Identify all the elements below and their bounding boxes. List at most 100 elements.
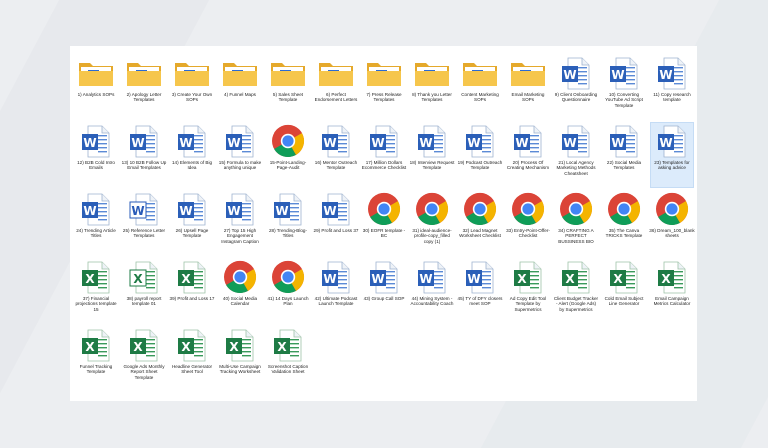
word-document-icon: W <box>220 192 260 226</box>
file-item[interactable]: 1) Analytics SOPs <box>72 54 120 122</box>
file-item[interactable]: X 38) payroll report template 01 <box>120 258 168 326</box>
file-item[interactable]: 8) Thank you Letter Templates <box>408 54 456 122</box>
file-item[interactable]: X Client Budget Tracker - Alert (Google A… <box>552 258 600 326</box>
file-item[interactable]: W 15) Formula to make anything unique <box>216 122 264 190</box>
file-label: Client Budget Tracker - Alert (Google Ad… <box>553 296 599 312</box>
chrome-html-icon <box>652 192 692 226</box>
file-item[interactable]: 3) Create Your Own SOPs <box>168 54 216 122</box>
file-item[interactable]: W 13) 10 B2B Follow Up Email Templates <box>120 122 168 190</box>
file-item[interactable]: W 27) Top 15 High Engagement Instagram Ca… <box>216 190 264 258</box>
file-item[interactable]: W 23) Templates for asking advice <box>648 122 696 190</box>
word-document-icon: W <box>652 56 692 90</box>
chrome-html-icon <box>268 124 308 158</box>
svg-text:W: W <box>275 204 288 218</box>
file-item[interactable]: W 43) Group Call SOP <box>360 258 408 326</box>
file-item[interactable]: W 44) Mining System - Accountability Coac… <box>408 258 456 326</box>
file-item[interactable]: X Email Campaign Metrics Calculator <box>648 258 696 326</box>
excel-spreadsheet-icon: X <box>220 328 260 362</box>
file-item[interactable]: 32) Lead Magnet Worksheet Checklist <box>456 190 504 258</box>
word-document-icon: W <box>364 260 404 294</box>
file-item[interactable]: Email Marketing SOPs <box>504 54 552 122</box>
file-label: 15-Point-Landing-Page-Audit <box>269 160 307 171</box>
file-item[interactable]: W 29) Profit and Loss 37 <box>312 190 360 258</box>
file-item[interactable]: X Cold Email Subject Line Generator <box>600 258 648 326</box>
file-label: 40) Social Media Calendar <box>222 296 258 307</box>
file-item[interactable]: 7) Press Release Templates <box>360 54 408 122</box>
file-item[interactable]: 30) EOFR template - BC <box>360 190 408 258</box>
file-label: 36) Dream_100_blank sheets <box>649 228 695 239</box>
excel-spreadsheet-icon: X <box>604 260 644 294</box>
file-item[interactable]: W 24) Trending Article Titles <box>72 190 120 258</box>
file-item[interactable]: W 19) Podcast Outreach Template <box>456 122 504 190</box>
folder-icon <box>364 56 404 90</box>
file-item[interactable]: W 10) Converting YouTube Ad Script Templa… <box>600 54 648 122</box>
file-label: 4) Funnel Maps <box>224 92 256 97</box>
file-label: Cold Email Subject Line Generator <box>604 296 644 307</box>
file-label: 16) Mentor Outreach Template <box>314 160 358 171</box>
file-label: 2) Apology Letter Templates <box>126 92 162 103</box>
file-item[interactable]: 2) Apology Letter Templates <box>120 54 168 122</box>
svg-text:X: X <box>661 272 671 286</box>
file-item[interactable]: W 21) Local Agency Marketing Methods Chea… <box>552 122 600 190</box>
svg-text:W: W <box>467 136 480 150</box>
file-item[interactable]: 5) Sales Sheet Template <box>264 54 312 122</box>
svg-text:W: W <box>659 136 672 150</box>
file-item[interactable]: W 12) B2B Cold Intro Emails <box>72 122 120 190</box>
file-label: Content Marketing SOPs <box>461 92 499 103</box>
file-item[interactable]: W 20) Process Of Creating Mechanism <box>504 122 552 190</box>
file-label: 41) 14 Days Launch Plan <box>267 296 309 307</box>
svg-text:W: W <box>131 136 144 150</box>
file-item[interactable]: W 9) Client Onboarding Questionnaire <box>552 54 600 122</box>
folder-icon <box>268 56 308 90</box>
file-label: 24) Trending Article Titles <box>76 228 116 239</box>
file-item[interactable]: W 14) Elements of Big Idea <box>168 122 216 190</box>
file-label: 39) Profit and Loss 17 <box>169 296 215 301</box>
word-document-icon: W <box>124 124 164 158</box>
svg-text:W: W <box>323 204 336 218</box>
file-label: 15) Formula to make anything unique <box>218 160 262 171</box>
file-item[interactable]: 4) Funnel Maps <box>216 54 264 122</box>
file-item[interactable]: W 42) Ultimate Podcast Launch Template <box>312 258 360 326</box>
file-item[interactable]: 33) Entry-Point-Offer-Checklist <box>504 190 552 258</box>
file-item[interactable]: W 22) Social Media Templates <box>600 122 648 190</box>
file-item[interactable]: 6) Perfect Endorsement Letters <box>312 54 360 122</box>
file-item[interactable]: W 16) Mentor Outreach Template <box>312 122 360 190</box>
file-item[interactable]: 35) The Canva TRICKS Template <box>600 190 648 258</box>
word-document-icon: W <box>172 124 212 158</box>
file-item[interactable]: 41) 14 Days Launch Plan <box>264 258 312 326</box>
file-item[interactable]: W 11) Copy research template <box>648 54 696 122</box>
word-document-icon: W <box>76 124 116 158</box>
excel-spreadsheet-icon: X <box>268 328 308 362</box>
file-label: 6) Perfect Endorsement Letters <box>314 92 358 103</box>
file-item[interactable]: W 18) Interview Request Template <box>408 122 456 190</box>
file-item[interactable]: X Multi-Use Campaign Tracking Worksheet <box>216 326 264 394</box>
file-label: Email Marketing SOPs <box>511 92 545 103</box>
file-item[interactable]: X 39) Profit and Loss 17 <box>168 258 216 326</box>
file-item[interactable]: X Google Ads Monthly Report Sheet Templat… <box>120 326 168 394</box>
file-item[interactable]: W 25) Reference Letter Templates <box>120 190 168 258</box>
folder-icon <box>124 56 164 90</box>
file-item[interactable]: 31) ideal-audience-profile-copy_filled c… <box>408 190 456 258</box>
file-label: 1) Analytics SOPs <box>77 92 115 97</box>
svg-text:W: W <box>131 204 144 218</box>
file-label: 27) Top 15 High Engagement Instagram Cap… <box>221 228 259 244</box>
file-item[interactable]: 36) Dream_100_blank sheets <box>648 190 696 258</box>
file-item[interactable]: X Funnel Tracking Template <box>72 326 120 394</box>
file-item[interactable]: X 37) Financial projections template 15 <box>72 258 120 326</box>
file-item[interactable]: X Ad Copy Edit Tool Template by Supermetr… <box>504 258 552 326</box>
file-label: 12) B2B Cold Intro Emails <box>77 160 115 171</box>
excel-spreadsheet-icon: X <box>556 260 596 294</box>
file-item[interactable]: X Headline Generator Sheet Tool <box>168 326 216 394</box>
word-document-icon: W <box>220 124 260 158</box>
file-label: 45) TY of DFY closers meet SOP <box>457 296 503 307</box>
file-item[interactable]: W 17) Million Dollars Ecommerce Checklist <box>360 122 408 190</box>
file-item[interactable]: W 26) Upsell Page Template <box>168 190 216 258</box>
file-item[interactable]: 40) Social Media Calendar <box>216 258 264 326</box>
chrome-html-icon <box>508 192 548 226</box>
file-item[interactable]: W 28) Trending-Blog-Titles <box>264 190 312 258</box>
file-item[interactable]: 34) CRAFTING A PERFECT BUSSINESS BIO <box>552 190 600 258</box>
file-item[interactable]: Content Marketing SOPs <box>456 54 504 122</box>
file-item[interactable]: X Screenshot Caption Validation Sheet <box>264 326 312 394</box>
file-item[interactable]: 15-Point-Landing-Page-Audit <box>264 122 312 190</box>
file-item[interactable]: W 45) TY of DFY closers meet SOP <box>456 258 504 326</box>
